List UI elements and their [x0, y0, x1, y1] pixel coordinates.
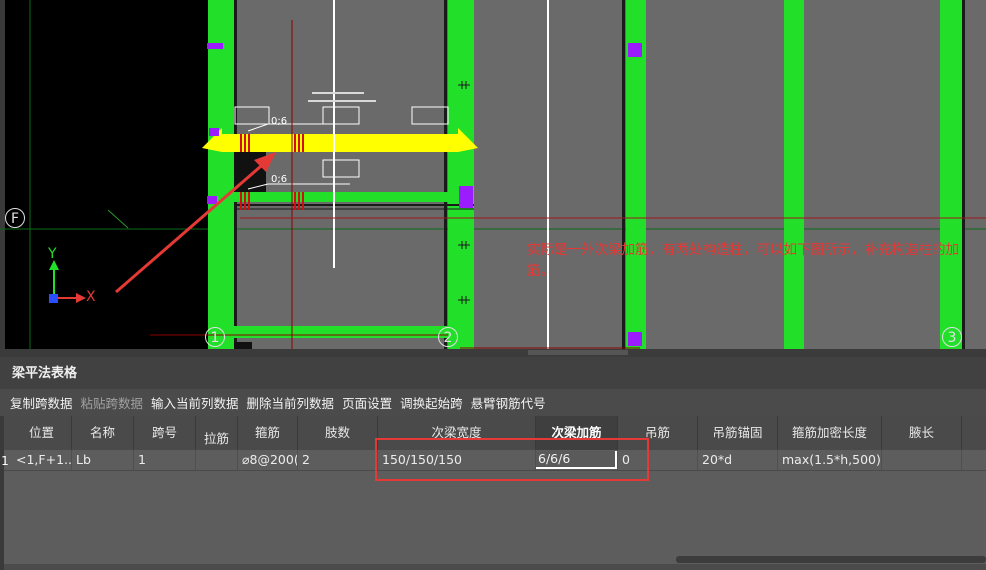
col-header-name[interactable]: 名称: [72, 416, 134, 450]
coord-x-label: X: [86, 289, 96, 305]
beam-label-top: 0;6: [271, 116, 287, 127]
cell-name[interactable]: Lb: [72, 450, 134, 470]
cad-canvas[interactable]: 0;6 0;6 F 1 2 3 Y X 实际是一外次梁加筋，有两处构造柱，可以如…: [0, 0, 986, 349]
panel-toolbar: 复制跨数据 粘贴跨数据 输入当前列数据 删除当前列数据 页面设置 调换起始跨 悬…: [0, 389, 986, 415]
col-header-stirrup[interactable]: 箍筋: [238, 416, 298, 450]
cell-span[interactable]: 1: [134, 450, 196, 470]
col-header-hanger-anchor[interactable]: 吊筋锚固: [698, 416, 778, 450]
axis-bubble-1: 1: [205, 327, 225, 347]
axis-bubble-3: 3: [942, 327, 962, 347]
beam-label-bottom: 0;6: [271, 174, 287, 185]
highlight-box: [375, 438, 649, 481]
cell-tie[interactable]: [196, 450, 238, 470]
swap-start-span-button[interactable]: 调换起始跨: [400, 393, 463, 412]
cantilever-rebar-code-button[interactable]: 悬臂钢筋代号: [471, 393, 546, 412]
axis-bubble-f: F: [5, 208, 25, 228]
delete-column-data-button[interactable]: 删除当前列数据: [247, 393, 335, 412]
col-header-legs[interactable]: 肢数: [298, 416, 378, 450]
col-header-haunch[interactable]: 腋长: [882, 416, 962, 450]
cell-hanger-anchor[interactable]: 20*d: [698, 450, 778, 470]
coord-y-label: Y: [48, 246, 57, 262]
panel-splitter[interactable]: [0, 349, 986, 357]
col-header-dense-length[interactable]: 箍筋加密长度: [778, 416, 882, 450]
cell-stirrup[interactable]: ⌀8@200(: [238, 450, 298, 470]
cad-drawing: 0;6 0;6: [0, 0, 986, 349]
copy-span-data-button[interactable]: 复制跨数据: [10, 393, 73, 412]
col-header-span[interactable]: 跨号: [134, 416, 196, 450]
annotation-note: 实际是一外次梁加筋，有两处构造柱，可以如下图所示，补充构造柱的加筋。: [527, 242, 959, 279]
input-column-data-button[interactable]: 输入当前列数据: [151, 393, 239, 412]
horizontal-scrollbar[interactable]: [676, 556, 986, 563]
paste-span-data-button[interactable]: 粘贴跨数据: [81, 393, 144, 412]
col-header-tie[interactable]: 拉筋: [196, 416, 238, 450]
cell-position[interactable]: <1,F+1...: [12, 450, 72, 470]
splitter-grip[interactable]: [528, 350, 628, 355]
row-number: 1: [1, 454, 9, 468]
page-setup-button[interactable]: 页面设置: [342, 393, 392, 412]
col-header-position[interactable]: 位置: [12, 416, 72, 450]
cell-haunch[interactable]: [882, 450, 962, 470]
cell-dense-length[interactable]: max(1.5*h,500): [778, 450, 882, 470]
panel-title: 梁平法表格: [0, 357, 986, 389]
cell-legs[interactable]: 2: [298, 450, 378, 470]
axis-bubble-2: 2: [438, 327, 458, 347]
row-header-strip: [0, 416, 4, 570]
